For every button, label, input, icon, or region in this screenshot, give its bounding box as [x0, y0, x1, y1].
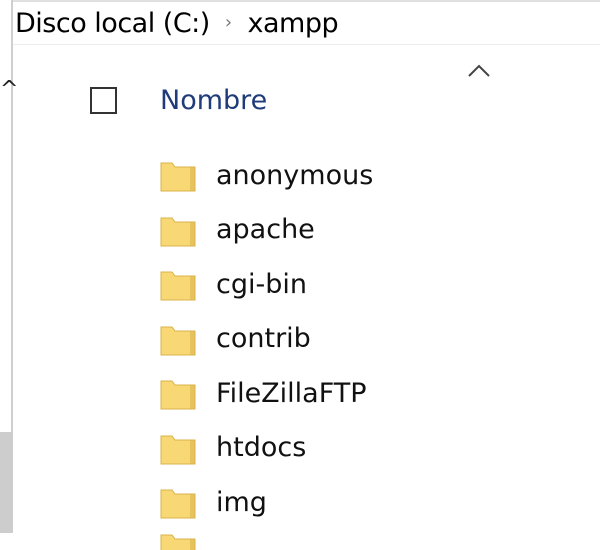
file-list: anonymous apache cgi-bin contrib FileZillaFT… — [160, 148, 373, 550]
breadcrumb-xampp[interactable]: xampp — [246, 8, 339, 39]
nav-scroll-up-icon[interactable]: ^ — [0, 78, 18, 102]
folder-icon — [160, 158, 196, 192]
select-all-checkbox[interactable] — [90, 86, 117, 114]
folder-icon — [160, 431, 196, 465]
column-header-row: Nombre — [90, 80, 267, 120]
file-name-label: apache — [216, 214, 315, 246]
file-list-item[interactable]: anonymous — [160, 148, 373, 203]
file-name-label: FileZillaFTP — [216, 377, 367, 409]
file-name-label: htdocs — [216, 432, 307, 464]
file-list-item[interactable]: img — [160, 475, 373, 530]
chevron-right-icon[interactable]: › — [225, 12, 232, 33]
file-list-item[interactable]: contrib — [160, 312, 373, 367]
file-list-item[interactable]: apache — [160, 203, 373, 258]
file-name-label: anonymous — [216, 159, 374, 191]
nav-scrollbar-thumb[interactable] — [0, 432, 13, 533]
folder-icon — [160, 322, 196, 356]
file-list-item[interactable]: FileZillaFTP — [160, 366, 373, 421]
folder-icon — [160, 376, 196, 410]
sort-ascending-icon — [465, 60, 493, 82]
file-name-label: cgi-bin — [216, 268, 307, 300]
file-list-item[interactable]: cgi-bin — [160, 257, 373, 312]
folder-icon — [160, 485, 196, 519]
address-bar[interactable]: Disco local (C:) › xampp — [13, 0, 600, 45]
file-name-label: img — [216, 486, 267, 518]
breadcrumb-disco-local[interactable]: Disco local (C:) — [13, 8, 210, 39]
folder-icon — [160, 213, 196, 247]
file-name-label: contrib — [216, 323, 311, 355]
folder-icon — [160, 267, 196, 301]
file-list-item[interactable]: htdocs — [160, 421, 373, 476]
column-header-name[interactable]: Nombre — [160, 85, 267, 116]
